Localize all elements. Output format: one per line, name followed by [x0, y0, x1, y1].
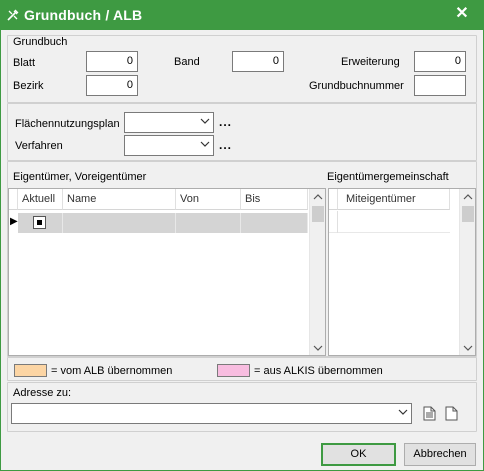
grundbuch-group-label: Grundbuch — [13, 36, 68, 48]
verfahren-combo[interactable] — [124, 135, 214, 156]
bezirk-label: Bezirk — [13, 80, 44, 92]
community-scroll-thumb[interactable] — [462, 206, 474, 222]
blatt-label: Blatt — [13, 57, 36, 69]
flaechennutzungsplan-label: Flächennutzungsplan — [15, 118, 120, 130]
plan-group — [7, 103, 477, 161]
erweiterung-label: Erweiterung — [341, 56, 400, 68]
community-row-indicator-cell — [329, 211, 338, 233]
owners-indicator-header — [9, 189, 18, 210]
community-scrollbar[interactable] — [459, 189, 475, 355]
community-section-label: Eigentümergemeinschaft — [327, 171, 449, 183]
owners-col-name[interactable]: Name — [63, 189, 176, 210]
community-empty-row — [329, 211, 450, 233]
owners-col-bis[interactable]: Bis — [241, 189, 308, 210]
community-col-miteigentuemer[interactable]: Miteigentümer — [338, 189, 450, 210]
grundbuchnummer-label: Grundbuchnummer — [309, 80, 404, 92]
bezirk-field[interactable]: 0 — [86, 75, 138, 96]
community-table[interactable]: Miteigentümer — [328, 188, 476, 356]
owners-col-von[interactable]: Von — [176, 189, 241, 210]
owners-scroll-thumb[interactable] — [312, 206, 324, 222]
window-title: Grundbuch / ALB — [24, 7, 143, 23]
cancel-button[interactable]: Abbrechen — [404, 443, 476, 466]
table-row[interactable]: ▶ — [9, 213, 308, 233]
scroll-down-icon[interactable] — [313, 343, 323, 353]
close-button[interactable]: ✕ — [454, 5, 470, 23]
dialog-body: Grundbuch Blatt 0 Band 0 Erweiterung 0 B… — [1, 30, 483, 470]
band-field[interactable]: 0 — [232, 51, 284, 72]
owners-cell-aktuell[interactable] — [18, 213, 63, 233]
community-indicator-header — [329, 189, 338, 210]
alb-legend-label: = vom ALB übernommen — [51, 365, 173, 377]
flaechennutzungsplan-combo[interactable] — [124, 112, 214, 133]
alb-color-swatch — [14, 364, 47, 377]
chevron-down-icon — [200, 141, 210, 147]
owners-section-label: Eigentümer, Voreigentümer — [13, 171, 147, 183]
verfahren-label: Verfahren — [15, 140, 63, 152]
blatt-field[interactable]: 0 — [86, 51, 138, 72]
scroll-up-icon[interactable] — [463, 192, 473, 202]
address-combo[interactable] — [11, 403, 412, 424]
tools-icon — [7, 9, 19, 21]
owners-table[interactable]: Aktuell Name Von Bis ▶ — [8, 188, 326, 356]
verfahren-more-button[interactable]: ... — [219, 138, 232, 152]
owners-cell-name[interactable] — [63, 213, 176, 233]
aktuell-checkbox[interactable] — [33, 216, 46, 229]
current-row-indicator: ▶ — [10, 216, 18, 227]
owners-cell-bis[interactable] — [241, 213, 308, 233]
chevron-down-icon — [398, 409, 408, 415]
document-lines-icon[interactable] — [423, 406, 436, 421]
owners-scrollbar[interactable] — [309, 189, 325, 355]
new-document-icon[interactable] — [445, 406, 458, 421]
flaechennutzungsplan-more-button[interactable]: ... — [219, 115, 232, 129]
ok-button[interactable]: OK — [321, 443, 396, 466]
band-label: Band — [174, 56, 200, 68]
scroll-down-icon[interactable] — [463, 343, 473, 353]
address-label: Adresse zu: — [13, 387, 72, 399]
grundbuchnummer-field[interactable] — [414, 75, 466, 96]
erweiterung-field[interactable]: 0 — [414, 51, 466, 72]
owners-cell-von[interactable] — [176, 213, 241, 233]
alkis-color-swatch — [217, 364, 250, 377]
title-bar: Grundbuch / ALB ✕ — [0, 0, 484, 30]
chevron-down-icon — [200, 118, 210, 124]
scroll-up-icon[interactable] — [313, 192, 323, 202]
checkbox-mark — [37, 220, 42, 225]
owners-col-aktuell[interactable]: Aktuell — [18, 189, 63, 210]
alkis-legend-label: = aus ALKIS übernommen — [254, 365, 383, 377]
